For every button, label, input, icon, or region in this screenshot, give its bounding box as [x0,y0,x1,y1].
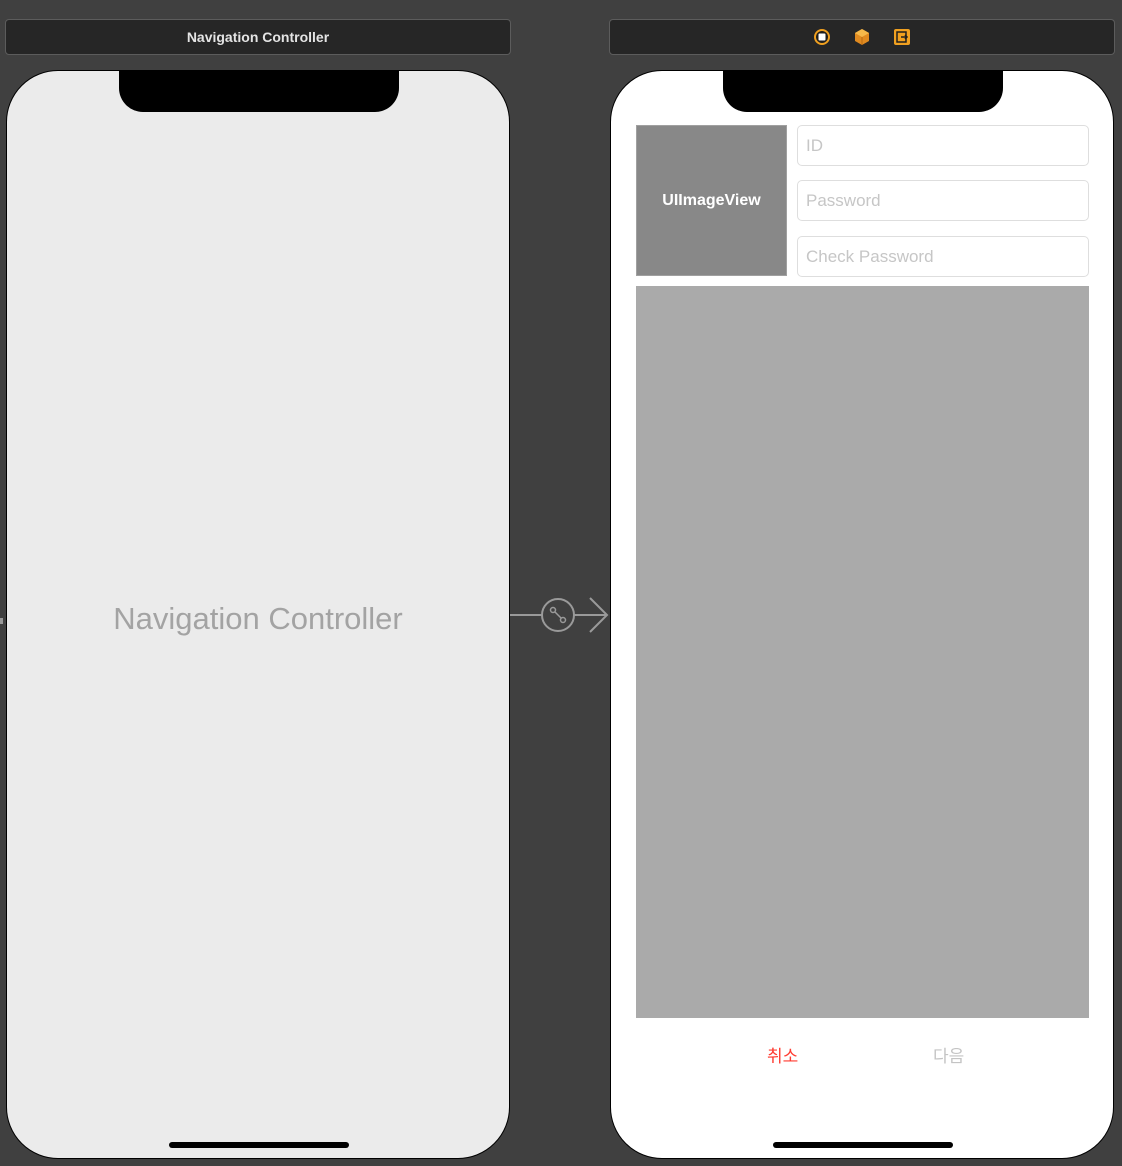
exit-icon[interactable] [893,28,911,46]
device-notch [119,71,399,112]
cancel-button[interactable]: 취소 [767,1042,798,1067]
view-controller-icon[interactable] [813,28,831,46]
password-field[interactable] [797,180,1089,221]
navigation-controller-placeholder-label: Navigation Controller [113,601,403,636]
view-controller-scene[interactable]: UIImageView 취소 다음 [610,70,1114,1159]
check-password-field[interactable] [797,236,1089,277]
id-field[interactable] [797,125,1089,166]
segue-arrow-icon[interactable] [510,593,610,637]
scene-bar-navigation-controller[interactable]: Navigation Controller [5,19,511,55]
content-view[interactable] [636,286,1089,1018]
image-view[interactable]: UIImageView [636,125,787,276]
first-responder-icon[interactable] [853,28,871,46]
device-notch [723,71,1003,112]
entry-point-arrow-icon[interactable] [0,618,3,624]
next-button[interactable]: 다음 [933,1042,964,1067]
scene-title: Navigation Controller [186,29,330,45]
home-indicator [773,1142,953,1148]
image-view-label: UIImageView [662,191,761,209]
scene-bar-view-controller[interactable] [609,19,1115,55]
navigation-controller-scene[interactable]: Navigation Controller [6,70,510,1159]
home-indicator [169,1142,349,1148]
